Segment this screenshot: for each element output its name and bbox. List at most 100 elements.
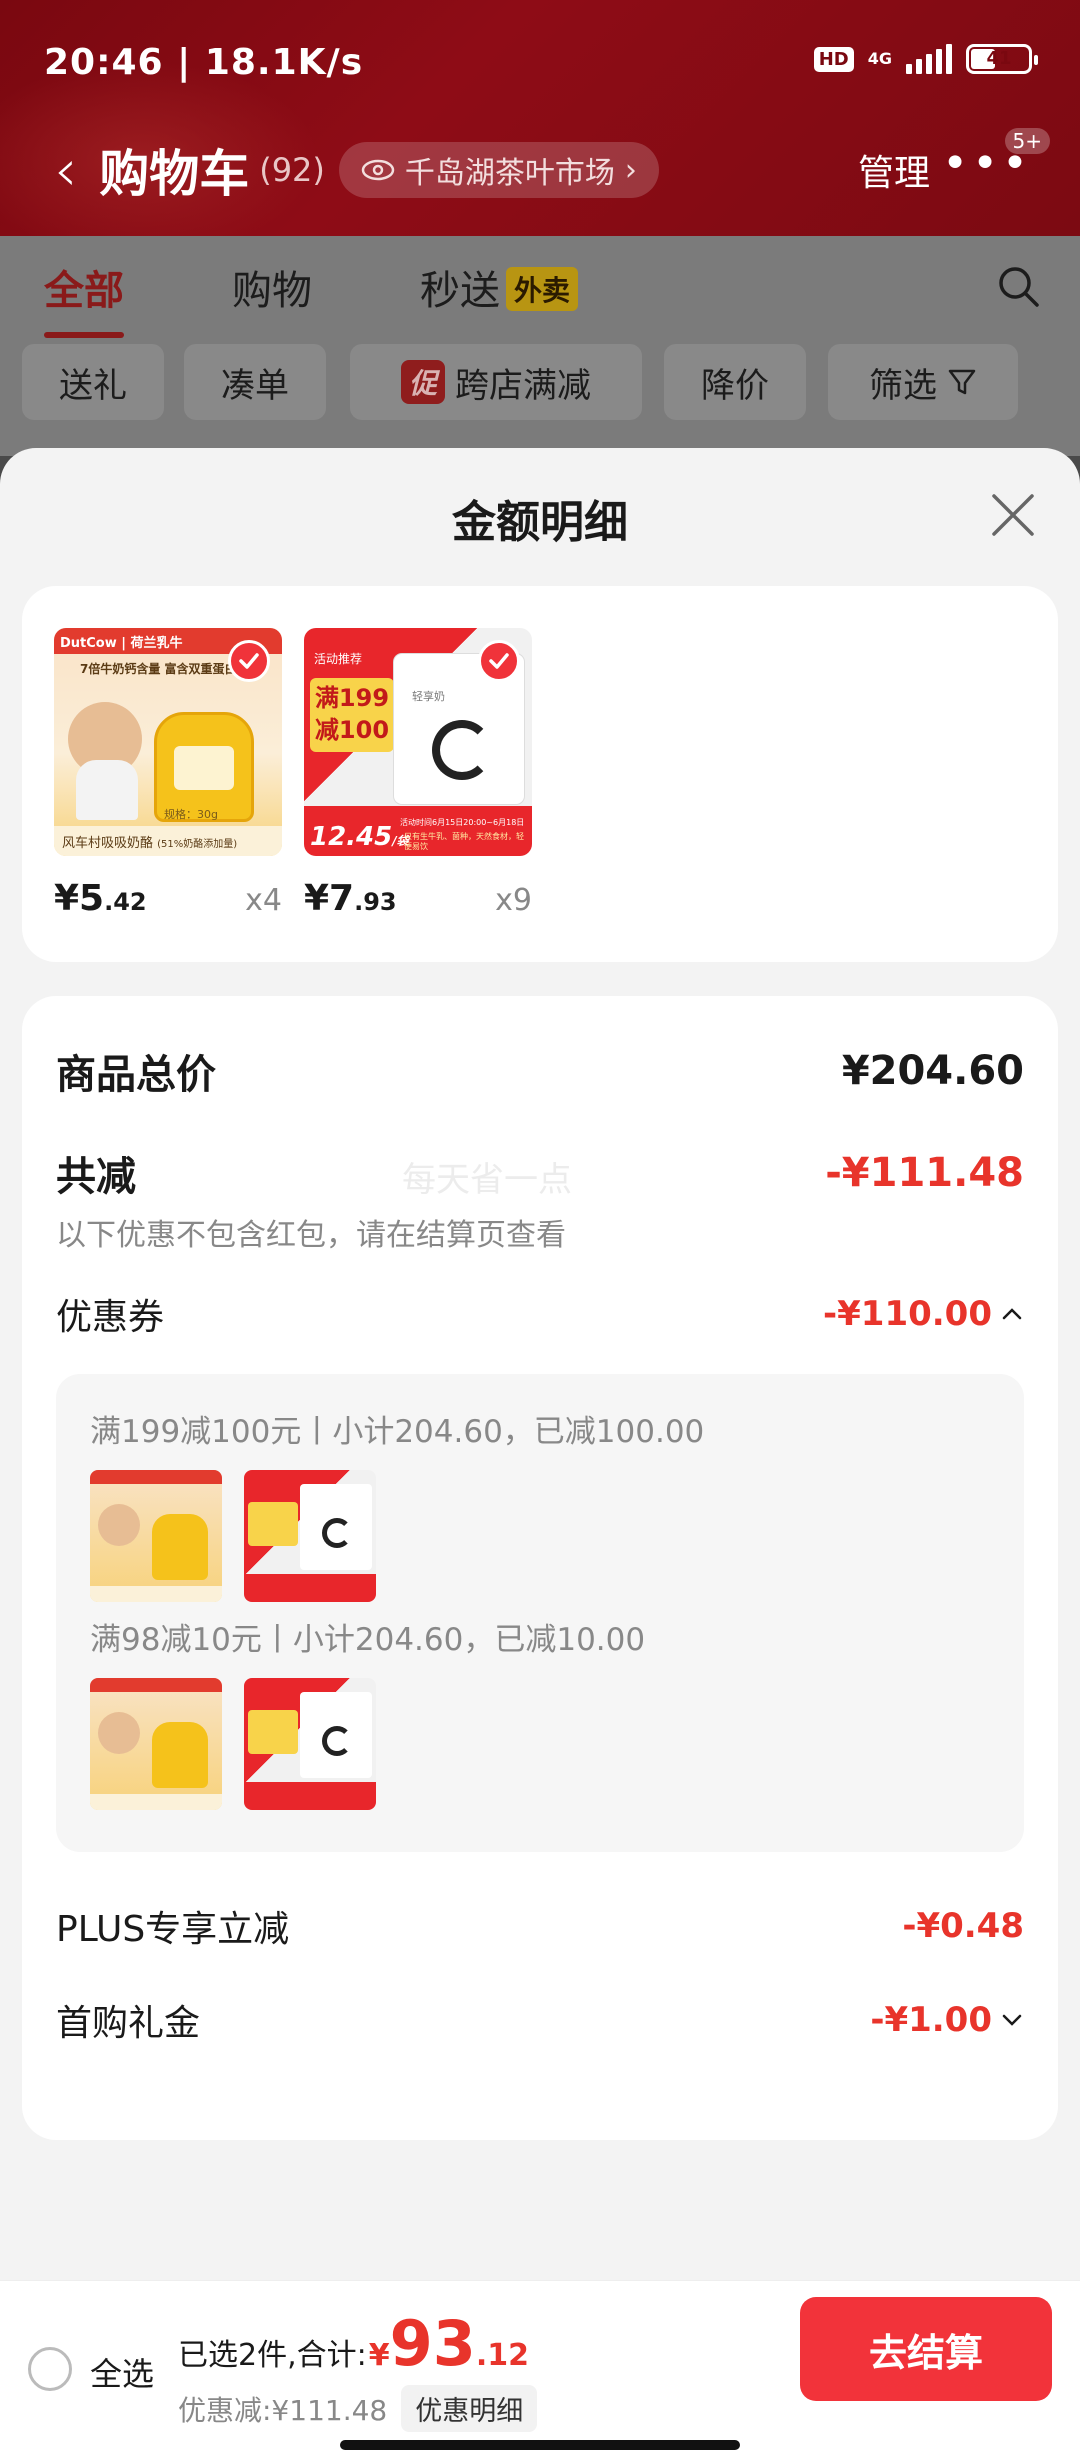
manage-button[interactable]: 管理 (858, 144, 930, 196)
total-integer: 93 (389, 2307, 476, 2380)
selected-summary: 已选2件,合计: (178, 2338, 367, 2373)
status-speed: 18.1K/s (204, 42, 364, 83)
cart-navbar: ‹ 购物车 (92) 千岛湖茶叶市场 › 管理 ••• 5+ (0, 128, 1080, 210)
home-indicator[interactable] (340, 2440, 740, 2450)
back-icon[interactable]: ‹ (54, 136, 77, 204)
product-price-row: ¥7.93 x9 (304, 878, 532, 919)
coupon-label: 优惠券 (56, 1297, 165, 1338)
product-headline: 7倍牛奶钙含量 富含双重蛋白 (80, 662, 237, 676)
chip-price-drop[interactable]: 降价 (664, 344, 806, 420)
plus-discount-label: PLUS专享立减 (56, 1909, 290, 1950)
tab-instant-label: 秒送 (420, 268, 500, 314)
chevron-down-icon (1002, 2014, 1022, 2026)
signal-icon (906, 44, 952, 74)
chevron-up-icon (1002, 1308, 1022, 1320)
product-item[interactable]: 活动推荐 满199 减100 轻享奶 12.45/袋 活动时间6月15日20:0… (304, 628, 532, 919)
plus-discount-row: PLUS专享立减 -¥0.48 (56, 1900, 1024, 1952)
goods-total-row: 商品总价 ¥204.60 (56, 1042, 1024, 1100)
close-icon[interactable] (990, 492, 1036, 538)
coupon-detail-box: 满199减100元丨小计204.60，已减100.00 满98减10元丨小计20… (56, 1374, 1024, 1852)
discount-note: 以下优惠不包含红包，请在结算页查看 (56, 1218, 566, 1253)
coupon-thumb-milk (244, 1678, 376, 1810)
chip-bundle-label: 凑单 (221, 365, 289, 406)
checkout-button[interactable]: 去结算 (800, 2297, 1052, 2401)
page-title: 购物车 (99, 145, 250, 203)
hd-icon: HD (813, 46, 854, 72)
product-quantity: x9 (495, 883, 532, 918)
more-badge: 5+ (1004, 128, 1050, 154)
select-all-label[interactable]: 全选 (90, 2349, 154, 2395)
search-icon[interactable] (996, 264, 1040, 308)
promo-date: 活动时间6月15日20:00~6月18日 (400, 818, 525, 827)
cart-tabs-area: 全部 购物 秒送 外卖 送礼 凑单 促 跨店满减 降价 筛选 (0, 236, 1080, 456)
selected-products-card: DutCow | 荷兰乳牛 7倍牛奶钙含量 富含双重蛋白 规格：30g 风车村吸… (22, 586, 1058, 962)
network-type: 4G (867, 49, 892, 68)
status-time: 20:46 (44, 42, 164, 83)
takeout-badge: 外卖 (506, 267, 579, 311)
coupon-line-2: 满98减10元丨小计204.60，已减10.00 (90, 1622, 646, 1658)
product-spec: 规格：30g (164, 808, 218, 821)
coupon-thumb-cheese (90, 1470, 222, 1602)
discount-detail-button[interactable]: 优惠明细 (401, 2385, 538, 2432)
battery-icon: 41 (966, 44, 1038, 74)
chip-price-drop-label: 降价 (701, 365, 769, 406)
goods-total-label: 商品总价 (56, 1052, 216, 1098)
chip-cross-store[interactable]: 促 跨店满减 (350, 344, 642, 420)
promo-tag: 活动推荐 (314, 652, 363, 666)
total-discount-label: 共减 (56, 1154, 136, 1200)
first-purchase-gift-value: -¥1.00 (870, 2000, 1024, 2040)
tab-all[interactable]: 全部 (44, 258, 124, 338)
select-all-radio[interactable] (28, 2347, 72, 2391)
status-bar-right: HD 4G 41 (813, 44, 1038, 74)
chip-filter-label: 筛选 (869, 365, 937, 406)
pack-label: 轻享奶 (412, 690, 445, 703)
tab-instant[interactable]: 秒送 外卖 (420, 258, 579, 316)
coupon-thumb-milk (244, 1470, 376, 1602)
coupon-line-1: 满199减100元丨小计204.60，已减100.00 (90, 1414, 705, 1450)
chip-cross-store-label: 跨店满减 (455, 365, 591, 406)
chip-filter[interactable]: 筛选 (828, 344, 1018, 420)
price-detail-card: 商品总价 ¥204.60 共减 -¥111.48 每天省一点 以下优惠不包含红包… (22, 996, 1058, 2140)
battery-level: 41 (986, 48, 1012, 69)
total-decimal: .12 (475, 2338, 530, 2373)
total-currency: ¥ (368, 2338, 390, 2373)
chip-gift-label: 送礼 (59, 365, 127, 406)
amount-detail-sheet: 金额明细 DutCow | 荷兰乳牛 7倍牛奶钙含量 富含双重蛋白 规格：30g… (0, 448, 1080, 2280)
chip-gift[interactable]: 送礼 (22, 344, 164, 420)
first-purchase-gift-row[interactable]: 首购礼金 -¥1.00 (56, 1994, 1024, 2046)
product-price: ¥7.93 (304, 878, 397, 919)
status-bar-left: 20:46 | 18.1K/s (44, 42, 364, 83)
first-purchase-gift-label: 首购礼金 (56, 2003, 201, 2044)
chip-bundle[interactable]: 凑单 (184, 344, 326, 420)
checkout-label: 去结算 (868, 2330, 983, 2375)
tab-shopping[interactable]: 购物 (232, 258, 312, 316)
checkout-bar: 全选 已选2件,合计: ¥ 93 .12 优惠减:¥111.48 优惠明细 去结… (0, 2280, 1080, 2460)
location-selector[interactable]: 千岛湖茶叶市场 › (338, 142, 659, 198)
cart-header-background: 20:46 | 18.1K/s HD 4G 41 ‹ 购物车 (92) 千岛湖茶… (0, 0, 1080, 260)
total-discount-value: -¥111.48 (825, 1150, 1024, 1196)
product-image-milk: 活动推荐 满199 减100 轻享奶 12.45/袋 活动时间6月15日20:0… (304, 628, 532, 856)
savings-amount: 优惠减:¥111.48 (178, 2393, 388, 2427)
coupon-row[interactable]: 优惠券 -¥110.00 (56, 1288, 1024, 1340)
product-item[interactable]: DutCow | 荷兰乳牛 7倍牛奶钙含量 富含双重蛋白 规格：30g 风车村吸… (54, 628, 282, 919)
location-label: 千岛湖茶叶市场 (404, 156, 615, 191)
savings-row: 优惠减:¥111.48 优惠明细 (178, 2385, 538, 2432)
cart-count: (92) (259, 151, 325, 189)
eye-icon (361, 159, 395, 181)
sheet-title: 金额明细 (452, 497, 628, 548)
product-quantity: x4 (245, 883, 282, 918)
coupon-value: -¥110.00 (823, 1294, 1024, 1334)
product-image-cheese: DutCow | 荷兰乳牛 7倍牛奶钙含量 富含双重蛋白 规格：30g 风车村吸… (54, 628, 282, 856)
filter-icon (948, 369, 976, 395)
promo-badge: 满199 减100 (310, 678, 394, 752)
promo-tag-icon: 促 (400, 360, 445, 404)
product-caption: 风车村吸吸奶酪 (51%奶酪添加量) (54, 826, 282, 856)
product-price-row: ¥5.42 x4 (54, 878, 282, 919)
coupon-thumb-cheese (90, 1678, 222, 1810)
checked-icon[interactable] (228, 640, 270, 682)
order-summary: 已选2件,合计: ¥ 93 .12 (178, 2307, 530, 2380)
promo-desc: 只有生牛乳、菌种，天然食材，轻便易饮 (404, 832, 524, 851)
checked-icon[interactable] (478, 640, 520, 682)
product-price: ¥5.42 (54, 878, 147, 919)
goods-total-value: ¥204.60 (841, 1048, 1024, 1094)
